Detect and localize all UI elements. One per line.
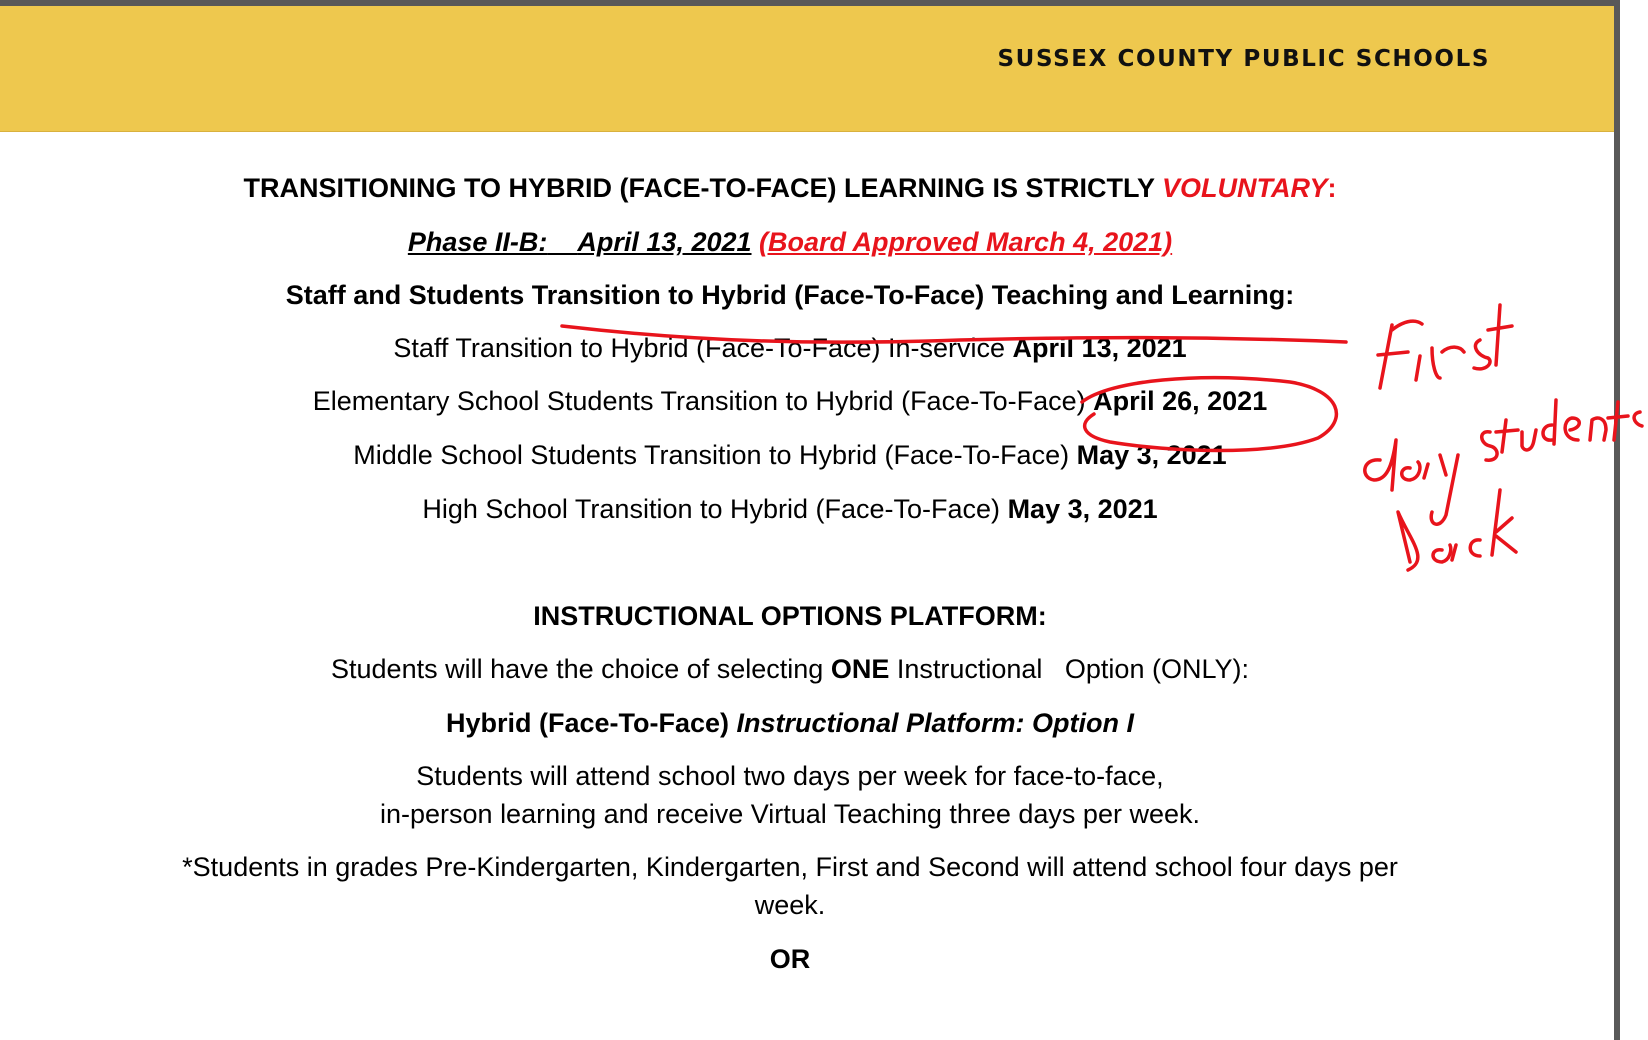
transition-heading: Staff and Students Transition to Hybrid … <box>285 280 1295 310</box>
options-choice: Students will have the choice of selecti… <box>0 654 1580 685</box>
phase-date: April 13, 2021 <box>577 227 752 257</box>
transition-item-date: May 3, 2021 <box>1076 440 1227 470</box>
option-one-plain: Hybrid (Face-To-Face) <box>445 708 737 738</box>
or-separator: OR <box>769 944 811 974</box>
transition-item-elementary: Elementary School Students Transition to… <box>0 386 1580 417</box>
options-heading: INSTRUCTIONAL OPTIONS PLATFORM: <box>533 601 1047 631</box>
voluntary-emphasis: VOLUNTARY <box>1162 173 1328 203</box>
transition-item-middle: Middle School Students Transition to Hyb… <box>0 440 1580 471</box>
grade-note-line-1: *Students in grades Pre-Kindergarten, Ki… <box>182 852 1398 882</box>
intro-title-suffix: : <box>1327 173 1337 203</box>
transition-item-text: Middle School Students Transition to Hyb… <box>353 440 1077 470</box>
viewer-gutter <box>1620 0 1648 1040</box>
option-one-desc-line-1: Students will attend school two days per… <box>416 761 1164 791</box>
phase-line: Phase II-B: April 13, 2021 (Board Approv… <box>0 227 1580 258</box>
choice-prefix: Students will have the choice of selecti… <box>331 654 831 684</box>
board-approval: (Board Approved March 4, 2021) <box>759 227 1173 257</box>
transition-item-date: April 13, 2021 <box>1012 333 1187 363</box>
transition-item-staff: Staff Transition to Hybrid (Face-To-Face… <box>0 333 1580 364</box>
transition-item-high: High School Transition to Hybrid (Face-T… <box>0 494 1580 525</box>
transition-item-date: May 3, 2021 <box>1007 494 1158 524</box>
choice-suffix: Instructional Option (ONLY): <box>889 654 1249 684</box>
transition-item-text: High School Transition to Hybrid (Face-T… <box>422 494 1008 524</box>
transition-item-text: Staff Transition to Hybrid (Face-To-Face… <box>393 333 1013 363</box>
transition-item-text: Elementary School Students Transition to… <box>312 386 1094 416</box>
grade-note-line-2: week. <box>754 890 826 920</box>
option-one-title: Hybrid (Face-To-Face) Instructional Plat… <box>0 708 1580 739</box>
option-one-italic: Instructional Platform: Option I <box>736 708 1135 738</box>
intro-title: TRANSITIONING TO HYBRID (FACE-TO-FACE) L… <box>0 173 1580 204</box>
option-one-desc-line-2: in-person learning and receive Virtual T… <box>380 799 1200 829</box>
phase-label: Phase II-B: <box>407 227 548 257</box>
intro-title-prefix: TRANSITIONING TO HYBRID (FACE-TO-FACE) L… <box>243 173 1163 203</box>
choice-emphasis: ONE <box>830 654 890 684</box>
org-name: SUSSEX COUNTY PUBLIC SCHOOLS <box>997 46 1490 72</box>
header-band: SUSSEX COUNTY PUBLIC SCHOOLS <box>0 6 1614 132</box>
transition-item-date: April 26, 2021 <box>1093 386 1268 416</box>
